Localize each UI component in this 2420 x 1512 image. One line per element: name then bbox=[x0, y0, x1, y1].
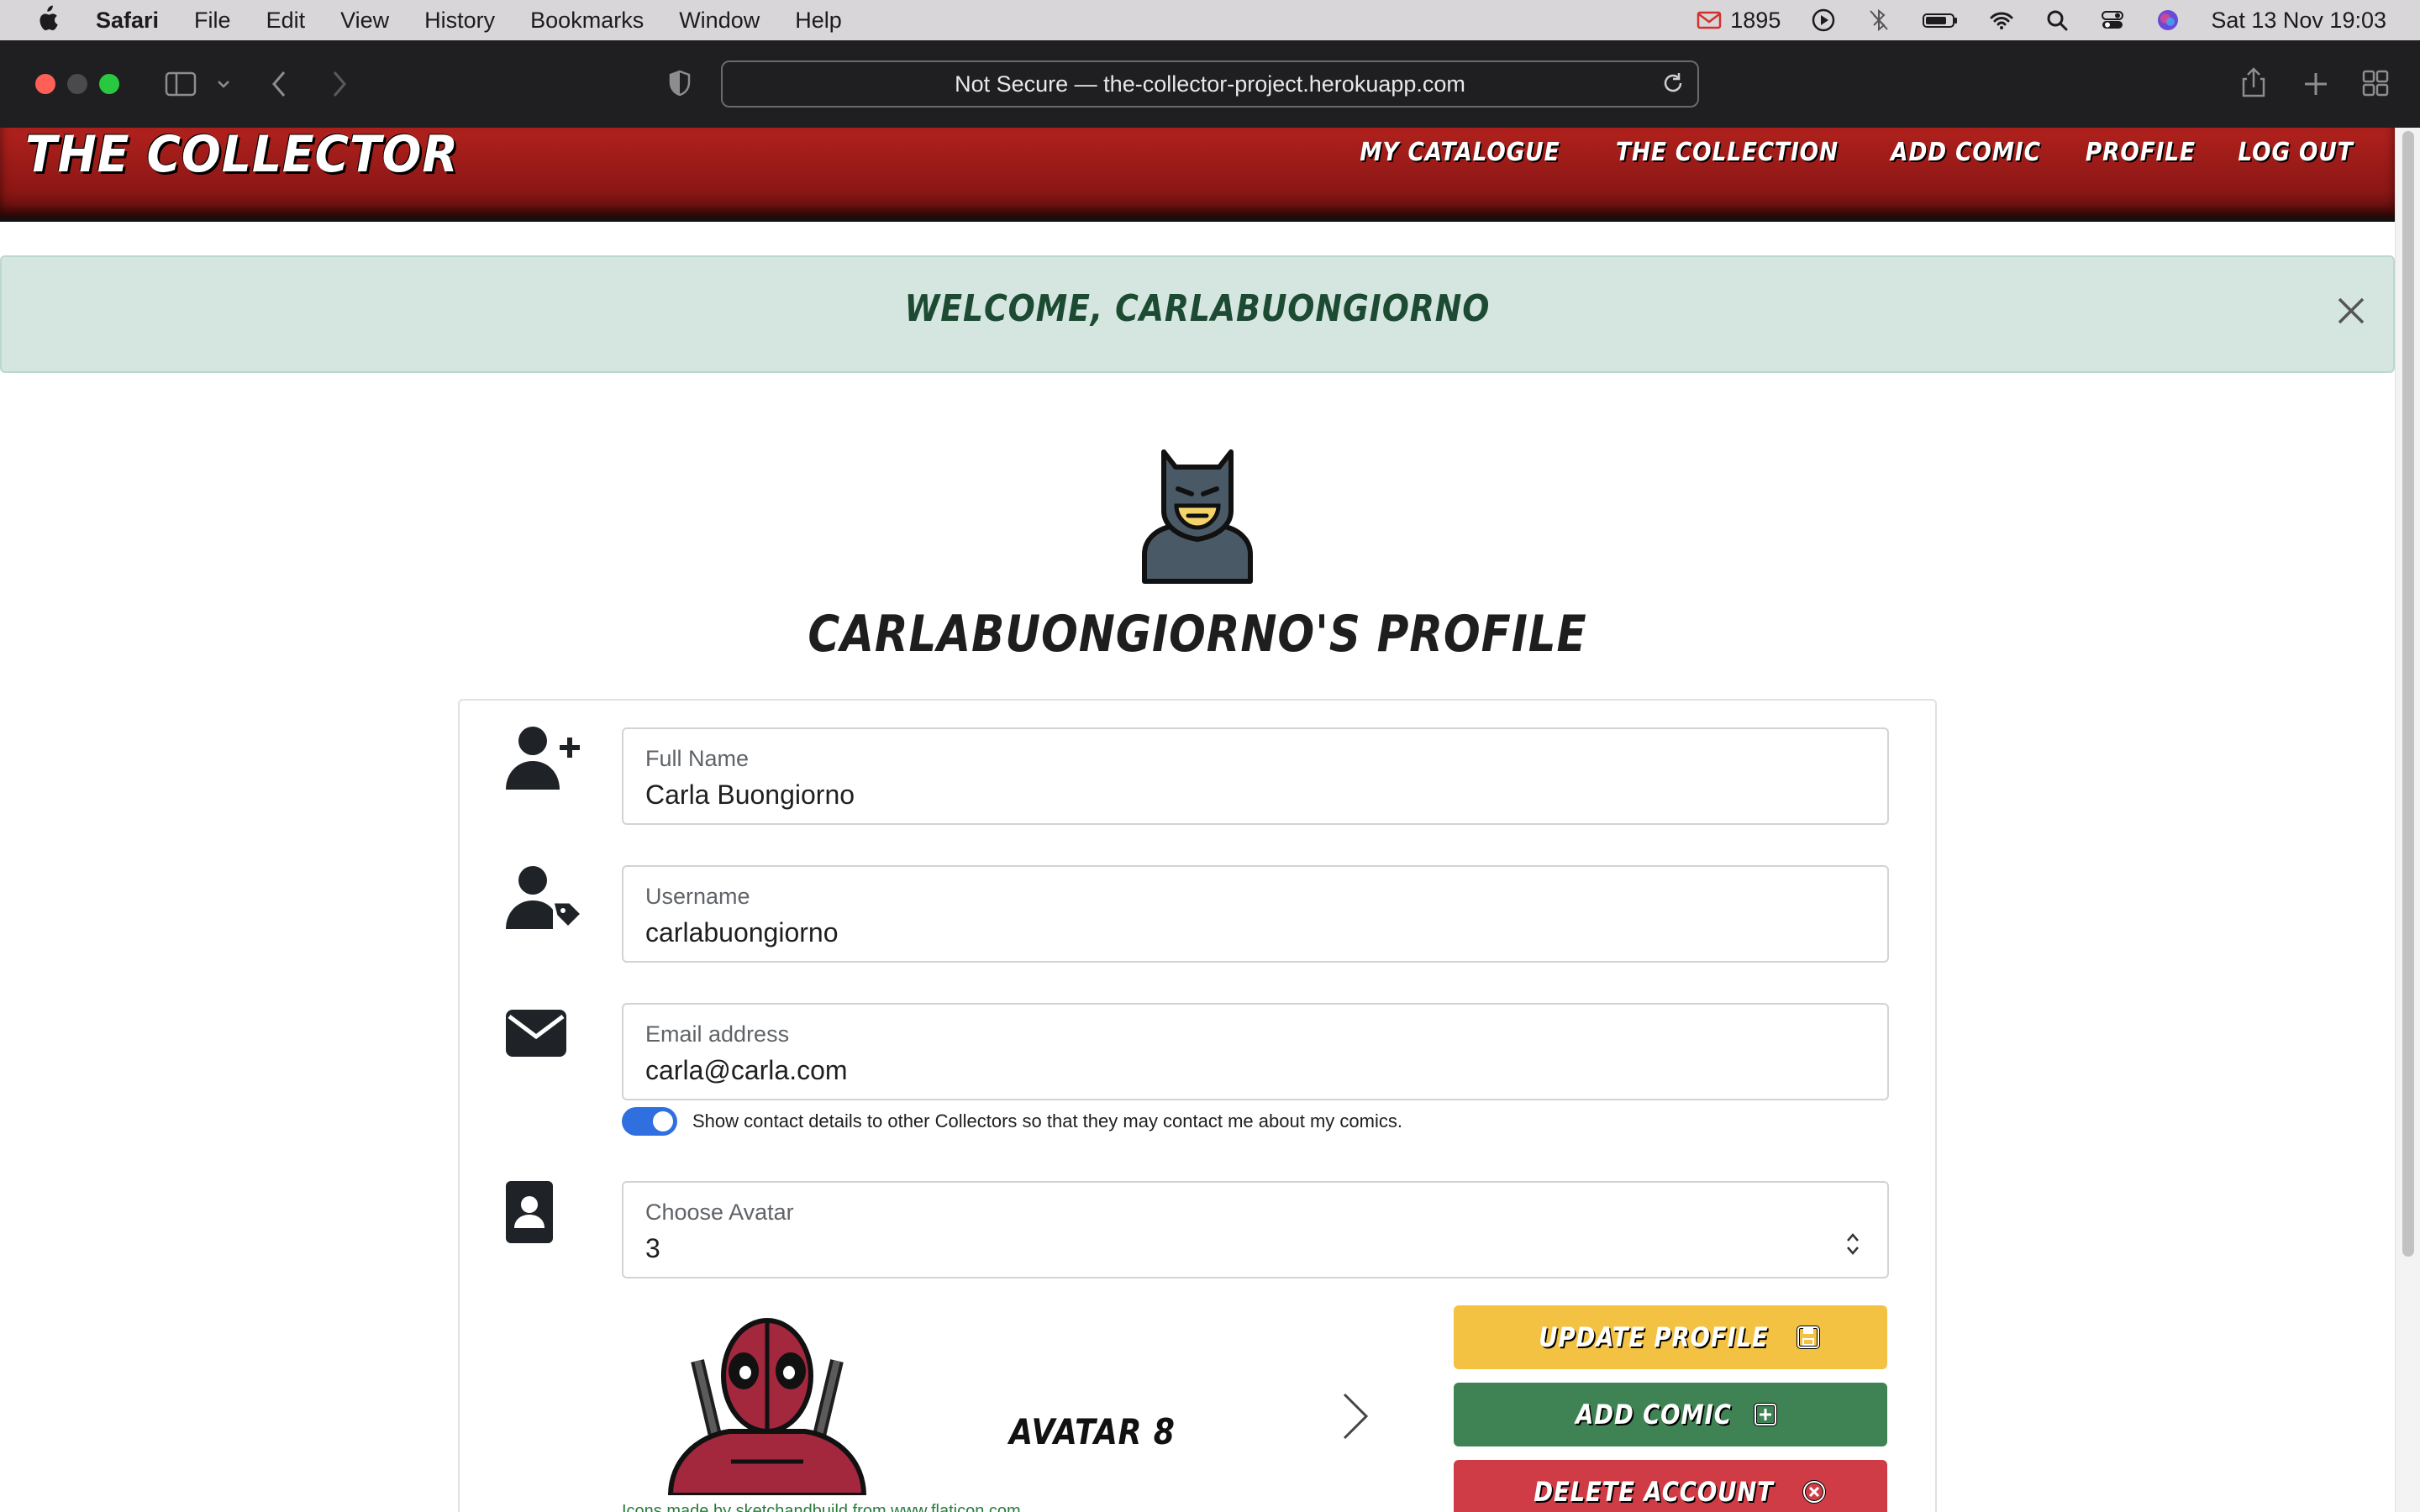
user-tag-icon bbox=[506, 866, 584, 930]
menu-bookmarks[interactable]: Bookmarks bbox=[530, 8, 644, 34]
minimize-window-button[interactable] bbox=[67, 74, 87, 94]
page-scrollbar[interactable] bbox=[2395, 128, 2420, 1512]
nav-my-catalogue[interactable]: MY CATALOGUE bbox=[1360, 138, 1560, 167]
full-name-field[interactable]: Full Name Carla Buongiorno bbox=[622, 727, 1889, 825]
batman-avatar-icon bbox=[1142, 449, 1253, 584]
back-icon[interactable] bbox=[267, 69, 291, 99]
menu-history[interactable]: History bbox=[424, 8, 495, 34]
full-name-value[interactable]: Carla Buongiorno bbox=[645, 780, 855, 811]
zoom-window-button[interactable] bbox=[99, 74, 119, 94]
update-profile-label: UPDATE PROFILE bbox=[1539, 1321, 1769, 1353]
nav-profile[interactable]: PROFILE bbox=[2086, 138, 2196, 167]
forward-icon[interactable] bbox=[328, 69, 351, 99]
add-comic-label: ADD COMIC bbox=[1576, 1399, 1732, 1431]
menu-file[interactable]: File bbox=[194, 8, 231, 34]
menu-app-safari[interactable]: Safari bbox=[96, 8, 159, 34]
control-center-icon[interactable] bbox=[2100, 8, 2125, 33]
mail-status[interactable]: 1895 bbox=[1697, 8, 1781, 34]
x-circle-icon bbox=[1802, 1480, 1827, 1504]
full-name-label: Full Name bbox=[645, 746, 750, 771]
main-nav: MY CATALOGUE THE COLLECTION ADD COMIC PR… bbox=[1346, 138, 2361, 167]
wifi-icon[interactable] bbox=[1989, 8, 2014, 33]
email-value[interactable]: carla@carla.com bbox=[645, 1055, 848, 1086]
icon-credit-text[interactable]: Icons made by sketchandbuild from www.fl… bbox=[622, 1502, 1021, 1512]
url-text: Not Secure — the-collector-project.herok… bbox=[955, 71, 1465, 97]
avatar-select-label: Choose Avatar bbox=[645, 1200, 794, 1225]
delete-account-label: DELETE ACCOUNT bbox=[1534, 1476, 1774, 1508]
menu-edit[interactable]: Edit bbox=[266, 8, 306, 34]
username-label: Username bbox=[645, 884, 750, 909]
stepper-icon[interactable] bbox=[1844, 1230, 1862, 1258]
bluetooth-off-icon[interactable] bbox=[1866, 8, 1891, 33]
privacy-shield-icon[interactable] bbox=[667, 69, 692, 97]
mail-count: 1895 bbox=[1730, 7, 1781, 33]
deadpool-avatar-icon bbox=[667, 1318, 867, 1495]
contact-toggle-text: Show contact details to other Collectors… bbox=[692, 1110, 1402, 1131]
close-window-button[interactable] bbox=[35, 74, 55, 94]
add-user-icon bbox=[506, 727, 580, 790]
macos-menubar: Safari File Edit View History Bookmarks … bbox=[0, 0, 2420, 40]
email-label: Email address bbox=[645, 1021, 790, 1047]
contact-toggle-switch[interactable] bbox=[622, 1107, 677, 1136]
delete-account-button[interactable]: DELETE ACCOUNT bbox=[1454, 1460, 1887, 1512]
menu-view[interactable]: View bbox=[340, 8, 389, 34]
update-profile-button[interactable]: UPDATE PROFILE bbox=[1454, 1305, 1887, 1369]
nav-the-collection[interactable]: THE COLLECTION bbox=[1616, 138, 1839, 167]
sidebar-toggle-icon[interactable] bbox=[165, 71, 197, 97]
nav-log-out[interactable]: LOG OUT bbox=[2238, 138, 2353, 167]
scrollbar-thumb[interactable] bbox=[2402, 131, 2414, 1257]
apple-logo-icon[interactable] bbox=[34, 5, 59, 34]
window-controls bbox=[35, 74, 119, 94]
chevron-down-icon[interactable] bbox=[215, 76, 232, 92]
address-bar[interactable]: Not Secure — the-collector-project.herok… bbox=[721, 60, 1699, 108]
avatar-select[interactable]: Choose Avatar 3 bbox=[622, 1181, 1889, 1278]
profile-title: CARLABUONGIORNO'S PROFILE bbox=[808, 605, 1587, 664]
site-header: THE COLLECTOR MY CATALOGUE THE COLLECTIO… bbox=[0, 128, 2395, 222]
carousel-next-icon[interactable] bbox=[1341, 1391, 1370, 1441]
email-field[interactable]: Email address carla@carla.com bbox=[622, 1003, 1889, 1100]
carousel-caption: AVATAR 8 bbox=[1009, 1411, 1176, 1452]
welcome-alert: WELCOME, CARLABUONGIORNO bbox=[0, 255, 2395, 373]
menu-help[interactable]: Help bbox=[795, 8, 842, 34]
envelope-icon bbox=[506, 1010, 566, 1057]
close-icon[interactable] bbox=[2334, 294, 2368, 328]
username-value[interactable]: carlabuongiorno bbox=[645, 917, 839, 948]
add-comic-button[interactable]: ADD COMIC bbox=[1454, 1383, 1887, 1446]
welcome-message: WELCOME, CARLABUONGIORNO bbox=[904, 287, 1491, 330]
avatar-select-value[interactable]: 3 bbox=[645, 1233, 660, 1264]
share-icon[interactable] bbox=[2240, 66, 2267, 99]
tab-overview-icon[interactable] bbox=[2361, 69, 2390, 97]
reload-icon[interactable] bbox=[1660, 71, 1686, 96]
siri-icon[interactable] bbox=[2155, 8, 2181, 33]
mail-icon bbox=[1697, 11, 1722, 29]
nav-add-comic[interactable]: ADD COMIC bbox=[1891, 138, 2041, 167]
spotlight-search-icon[interactable] bbox=[2044, 8, 2070, 33]
menu-window[interactable]: Window bbox=[679, 8, 760, 34]
clock[interactable]: Sat 13 Nov 19:03 bbox=[2211, 8, 2386, 34]
plus-square-icon bbox=[1753, 1403, 1777, 1426]
new-tab-icon[interactable] bbox=[2302, 71, 2329, 97]
save-icon bbox=[1796, 1326, 1820, 1349]
battery-icon[interactable] bbox=[1922, 8, 1959, 33]
contact-card-icon bbox=[506, 1181, 553, 1243]
username-field[interactable]: Username carlabuongiorno bbox=[622, 865, 1889, 963]
play-icon[interactable] bbox=[1811, 8, 1836, 33]
contact-toggle-row: Show contact details to other Collectors… bbox=[622, 1107, 1402, 1136]
site-brand[interactable]: THE COLLECTOR bbox=[25, 129, 459, 180]
